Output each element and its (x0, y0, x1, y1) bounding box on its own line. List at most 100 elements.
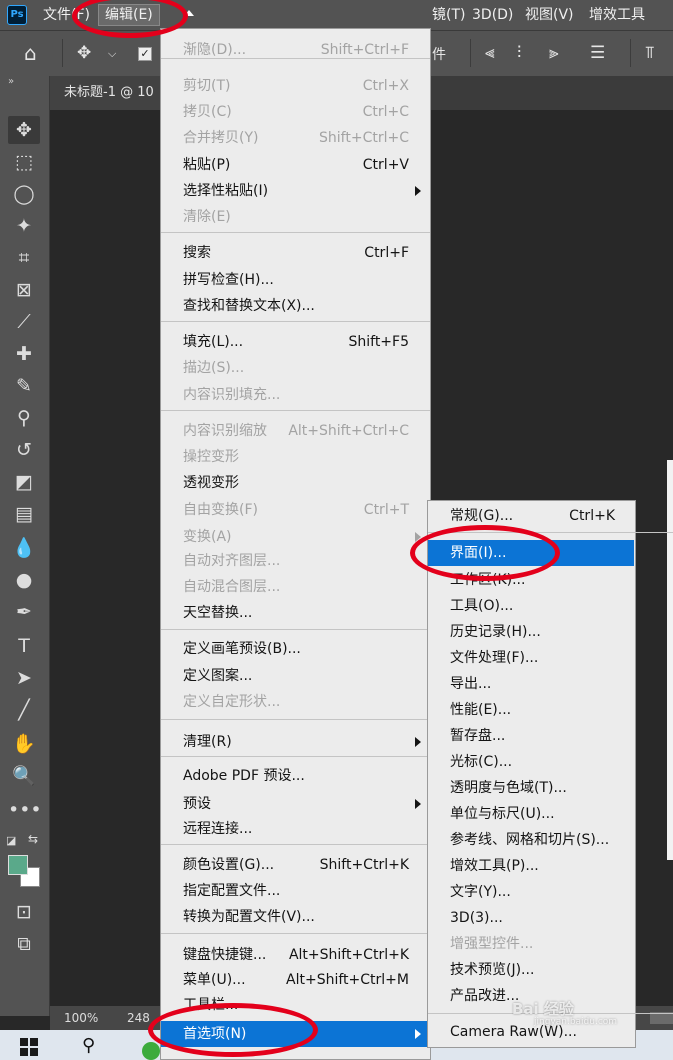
menu-item-颜色设置[interactable]: 颜色设置(G)... Shift+Ctrl+K (161, 852, 430, 878)
menu-filter[interactable]: 镜(T) (432, 4, 465, 26)
hand-tool-icon[interactable]: ✋ (8, 730, 40, 758)
menu-item-工具[interactable]: 工具(O)... (428, 593, 635, 619)
annotation-circle-preferences (148, 1003, 318, 1057)
menu-item-技术预览[interactable]: 技术预览(J)... (428, 957, 635, 983)
menu-item-label: 透视变形 (183, 475, 239, 491)
marquee-tool-icon[interactable]: ⬚ (8, 148, 40, 176)
history-brush-tool-icon[interactable]: ↺ (8, 436, 40, 464)
menu-item-菜单[interactable]: 菜单(U)... Alt+Shift+Ctrl+M (161, 967, 430, 993)
menu-item-光标[interactable]: 光标(C)... (428, 749, 635, 775)
menu-item-导出[interactable]: 导出... (428, 671, 635, 697)
lasso-tool-icon[interactable]: ◯ (8, 180, 40, 208)
edit-menu-dropdown: 渐隐(D)... Shift+Ctrl+F 剪切(T) Ctrl+X 拷贝(C) Ctrl… (160, 28, 431, 1060)
photoshop-logo: Ps (7, 5, 27, 25)
submenu-arrow-icon (415, 799, 421, 809)
screen-mode-icon[interactable]: ⧉ (8, 930, 40, 958)
eyedropper-tool-icon[interactable]: ⟋ (8, 308, 40, 336)
menu-item-暂存盘[interactable]: 暂存盘... (428, 723, 635, 749)
menu-item-预设[interactable]: 预设 (161, 791, 430, 817)
menu-item-搜索[interactable]: 搜索 Ctrl+F (161, 240, 430, 266)
menu-item-粘贴[interactable]: 粘贴(P) Ctrl+V (161, 152, 430, 178)
windows-start-icon[interactable] (20, 1038, 38, 1056)
quick-mask-icon[interactable]: ⊡ (8, 898, 40, 926)
pen-tool-icon[interactable]: ✒ (8, 598, 40, 626)
menu-item-透视变形[interactable]: 透视变形 (161, 470, 430, 496)
menu-separator (161, 629, 430, 630)
menu-item-label: 粘贴(P) (183, 157, 231, 173)
document-tab[interactable]: 未标题-1 @ 10 (50, 76, 160, 110)
menu-item-label: 工具(O)... (450, 598, 514, 614)
menu-item-清理[interactable]: 清理(R) (161, 729, 430, 755)
align-right-icon[interactable]: ⫸ (549, 43, 559, 63)
clone-stamp-tool-icon[interactable]: ⚲ (8, 404, 40, 432)
collapse-toolbar-icon[interactable]: » (8, 76, 14, 87)
menu-item-label: 技术预览(J)... (450, 962, 535, 978)
menu-item-单位与标尺[interactable]: 单位与标尺(U)... (428, 801, 635, 827)
align-center-icon[interactable]: ⫶ (517, 43, 521, 63)
swap-colors-icon[interactable]: ⇆ (28, 832, 38, 846)
align-top-icon[interactable]: ⫪ (645, 43, 655, 63)
menu-item-查找和替换文本[interactable]: 查找和替换文本(X)... (161, 293, 430, 319)
align-left-icon[interactable]: ⫷ (485, 43, 495, 63)
foreground-color-swatch[interactable] (8, 855, 28, 875)
chevron-down-icon[interactable]: ⌵ (108, 44, 116, 64)
move-tool-icon[interactable]: ✥ (8, 116, 40, 144)
crop-tool-icon[interactable]: ⌗ (8, 244, 40, 272)
menu-item-shortcut: Shift+Ctrl+F (320, 42, 409, 58)
menu-item-历史记录[interactable]: 历史记录(H)... (428, 619, 635, 645)
menu-item-label: 定义图案... (183, 668, 253, 684)
menu-item-选择性粘贴[interactable]: 选择性粘贴(I) (161, 178, 430, 204)
more-tools-icon[interactable]: ••• (8, 796, 42, 824)
brush-tool-icon[interactable]: ✎ (8, 372, 40, 400)
gradient-tool-icon[interactable]: ▤ (8, 500, 40, 528)
menu-item-填充[interactable]: 填充(L)... Shift+F5 (161, 329, 430, 355)
home-icon[interactable]: ⌂ (24, 43, 37, 63)
menu-item-label: 内容识别缩放 (183, 423, 267, 439)
frame-tool-icon[interactable]: ⊠ (8, 276, 40, 304)
menu-item-3D[interactable]: 3D(3)... (428, 905, 635, 931)
eraser-tool-icon[interactable]: ◩ (8, 468, 40, 496)
menu-item-指定配置文件[interactable]: 指定配置文件... (161, 878, 430, 904)
path-selection-tool-icon[interactable]: ➤ (8, 664, 40, 692)
menu-item-文件处理[interactable]: 文件处理(F)... (428, 645, 635, 671)
menu-item-定义画笔预设[interactable]: 定义画笔预设(B)... (161, 636, 430, 662)
menu-item-label: 暂存盘... (450, 728, 506, 744)
menu-item-远程连接[interactable]: 远程连接... (161, 816, 430, 842)
zoom-level[interactable]: 100% (64, 1006, 98, 1030)
menu-item-label: 拷贝(C) (183, 104, 232, 120)
menu-item-定义图案[interactable]: 定义图案... (161, 663, 430, 689)
zoom-tool-icon[interactable]: 🔍 (8, 762, 40, 790)
menu-item-参考线、网格和切片[interactable]: 参考线、网格和切片(S)... (428, 827, 635, 853)
type-tool-icon[interactable]: T (8, 632, 40, 660)
menu-item-label: 变换(A) (183, 529, 232, 545)
menu-plugins[interactable]: 增效工具 (589, 4, 645, 26)
menu-item-天空替换[interactable]: 天空替换... (161, 600, 430, 626)
blur-tool-icon[interactable]: 💧 (8, 534, 40, 562)
menu-item-转换为配置文件[interactable]: 转换为配置文件(V)... (161, 904, 430, 930)
menu-item-性能[interactable]: 性能(E)... (428, 697, 635, 723)
taskbar-app-icon[interactable] (142, 1042, 160, 1060)
menu-item-键盘快捷键[interactable]: 键盘快捷键... Alt+Shift+Ctrl+K (161, 942, 430, 968)
menu-item-透明度与色域[interactable]: 透明度与色域(T)... (428, 775, 635, 801)
menu-item-增效工具[interactable]: 增效工具(P)... (428, 853, 635, 879)
dodge-tool-icon[interactable]: ● (8, 566, 40, 594)
menu-item-拼写检查[interactable]: 拼写检查(H)... (161, 267, 430, 293)
default-colors-icon[interactable]: ◪ (6, 834, 16, 847)
menu-item-Adobe PDF 预设[interactable]: Adobe PDF 预设... (161, 763, 430, 789)
distribute-icon[interactable]: ☰ (590, 43, 605, 63)
menu-separator (161, 232, 430, 233)
menu-3d[interactable]: 3D(D) (472, 4, 513, 26)
healing-brush-tool-icon[interactable]: ✚ (8, 340, 40, 368)
menu-item-常规[interactable]: 常规(G)... Ctrl+K (428, 503, 635, 529)
menu-item-label: 键盘快捷键... (183, 947, 267, 963)
watermark: Bai 经验 jingyan.baidu.com (512, 998, 617, 1027)
move-icon[interactable]: ✥ (77, 43, 91, 63)
line-tool-icon[interactable]: ╱ (8, 696, 40, 724)
menu-view[interactable]: 视图(V) (525, 4, 574, 26)
menu-item-label: 指定配置文件... (183, 883, 281, 899)
magic-wand-tool-icon[interactable]: ✦ (8, 212, 40, 240)
search-icon[interactable]: ⚲ (82, 1035, 95, 1056)
menu-separator (161, 933, 430, 934)
auto-select-checkbox[interactable]: ✓ (138, 47, 152, 61)
menu-item-文字[interactable]: 文字(Y)... (428, 879, 635, 905)
